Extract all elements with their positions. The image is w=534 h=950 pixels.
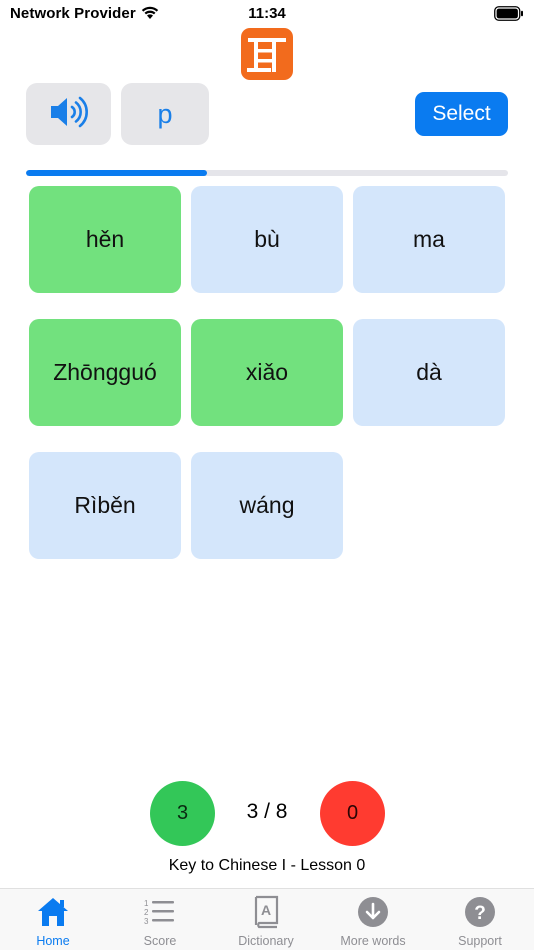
tab-more-words[interactable]: More words bbox=[320, 889, 426, 950]
wrong-count-badge: 0 bbox=[320, 781, 385, 846]
word-tile[interactable]: wáng bbox=[191, 452, 343, 559]
word-tile[interactable]: xiǎo bbox=[191, 319, 343, 426]
svg-text:1: 1 bbox=[144, 899, 149, 908]
progress-fill bbox=[26, 170, 207, 176]
list-icon: 1 2 3 bbox=[143, 895, 177, 929]
speaker-icon bbox=[48, 95, 90, 134]
tab-label: Score bbox=[143, 934, 177, 948]
home-icon bbox=[36, 895, 70, 929]
word-tile[interactable]: Rìběn bbox=[29, 452, 181, 559]
tab-home[interactable]: Home bbox=[0, 889, 106, 950]
status-time: 11:34 bbox=[248, 5, 286, 22]
status-bar: Network Provider 11:34 bbox=[0, 0, 534, 28]
play-sound-button[interactable] bbox=[26, 83, 111, 145]
word-tile[interactable]: bù bbox=[191, 186, 343, 293]
battery-icon bbox=[494, 6, 524, 21]
word-tile[interactable]: Zhōngguó bbox=[29, 319, 181, 426]
tab-label: Support bbox=[458, 934, 502, 948]
download-icon bbox=[356, 895, 390, 929]
question-progress-text: 3 / 8 bbox=[246, 800, 288, 823]
svg-text:A: A bbox=[261, 902, 271, 918]
letter-hint-button[interactable]: p bbox=[121, 83, 209, 145]
tab-label: Home bbox=[36, 934, 70, 948]
svg-text:3: 3 bbox=[144, 917, 149, 926]
tab-label: More words bbox=[340, 934, 406, 948]
word-tile[interactable]: ma bbox=[353, 186, 505, 293]
app-logo-icon bbox=[241, 28, 293, 80]
correct-count-badge: 3 bbox=[150, 781, 215, 846]
lesson-title: Key to Chinese I - Lesson 0 bbox=[168, 857, 366, 874]
question-icon: ? bbox=[463, 895, 497, 929]
select-button[interactable]: Select bbox=[415, 92, 508, 136]
tab-support[interactable]: ? Support bbox=[427, 889, 533, 950]
lesson-progress-bar bbox=[26, 170, 508, 176]
word-tile[interactable]: dà bbox=[353, 319, 505, 426]
tab-label: Dictionary bbox=[238, 934, 294, 948]
dictionary-icon: A bbox=[249, 895, 283, 929]
tab-dictionary[interactable]: A Dictionary bbox=[213, 889, 319, 950]
word-tile[interactable]: hěn bbox=[29, 186, 181, 293]
svg-text:?: ? bbox=[474, 903, 486, 924]
tab-score[interactable]: 1 2 3 Score bbox=[107, 889, 213, 950]
svg-text:2: 2 bbox=[144, 908, 149, 917]
tab-bar: Home 1 2 3 Score A Dictionary More words… bbox=[0, 888, 534, 950]
